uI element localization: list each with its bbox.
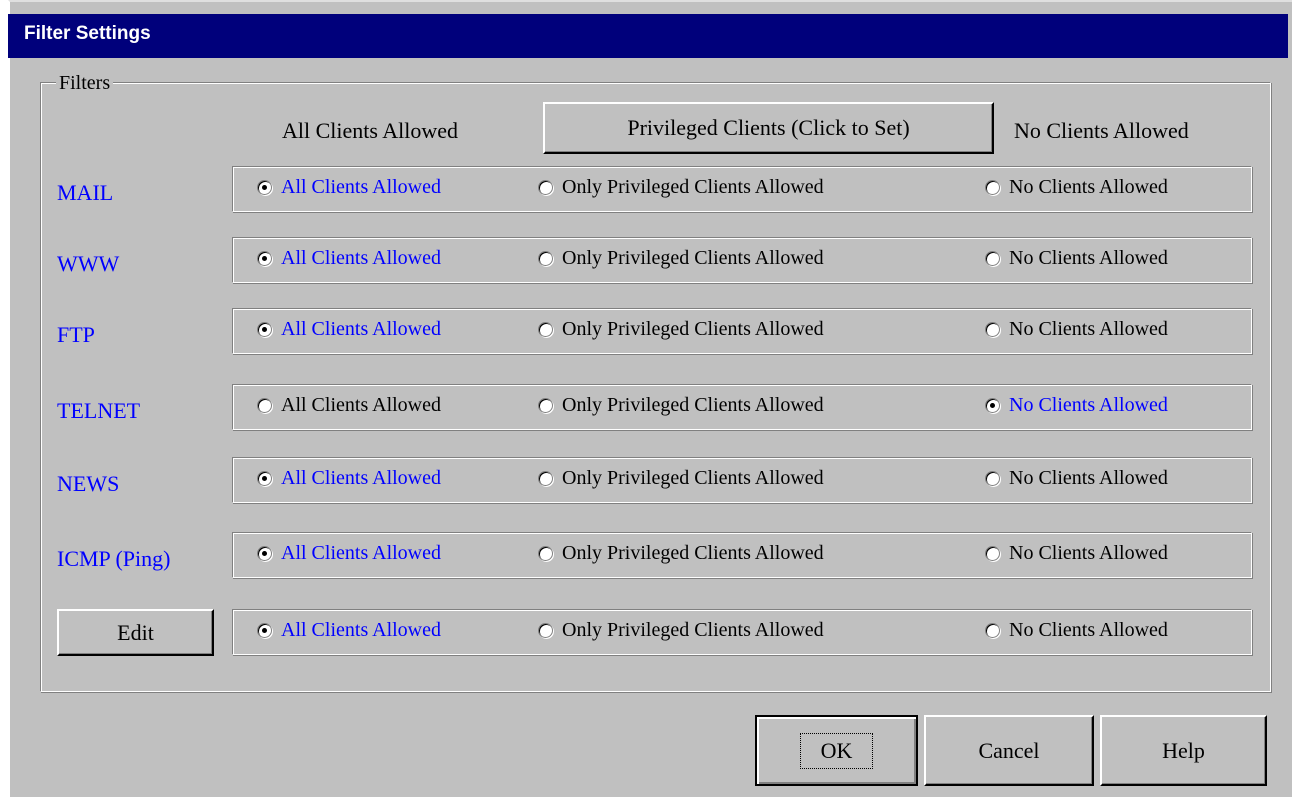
- radio-option-label: No Clients Allowed: [1009, 318, 1168, 340]
- filter-row-options: All Clients Allowed Only Privileged Clien…: [232, 308, 1252, 354]
- radio-unselected-icon[interactable]: [257, 398, 272, 413]
- radio-option-label: All Clients Allowed: [281, 619, 441, 641]
- radio-selected-icon[interactable]: [257, 546, 272, 561]
- radio-option-privileged[interactable]: Only Privileged Clients Allowed: [538, 394, 824, 417]
- filter-row-label: WWW: [57, 251, 120, 276]
- title-bar: Filter Settings: [8, 14, 1288, 58]
- radio-option-label: All Clients Allowed: [281, 542, 441, 564]
- radio-unselected-icon[interactable]: [985, 180, 1000, 195]
- radio-option-label: Only Privileged Clients Allowed: [562, 247, 824, 269]
- radio-unselected-icon[interactable]: [985, 471, 1000, 486]
- radio-option-none[interactable]: No Clients Allowed: [985, 318, 1168, 341]
- column-header-all: All Clients Allowed: [282, 118, 458, 143]
- radio-option-privileged[interactable]: Only Privileged Clients Allowed: [538, 318, 824, 341]
- radio-option-all[interactable]: All Clients Allowed: [257, 176, 441, 199]
- radio-unselected-icon[interactable]: [985, 623, 1000, 638]
- radio-unselected-icon[interactable]: [538, 398, 553, 413]
- radio-unselected-icon[interactable]: [985, 546, 1000, 561]
- radio-option-label: Only Privileged Clients Allowed: [562, 542, 824, 564]
- radio-option-privileged[interactable]: Only Privileged Clients Allowed: [538, 619, 824, 642]
- edit-button-label: Edit: [117, 619, 154, 645]
- window-title: Filter Settings: [24, 23, 151, 44]
- filter-row-label: NEWS: [57, 471, 120, 496]
- help-button[interactable]: Help: [1100, 715, 1267, 786]
- radio-option-label: All Clients Allowed: [281, 176, 441, 198]
- radio-selected-icon[interactable]: [985, 398, 1000, 413]
- filter-row-options: All Clients Allowed Only Privileged Clien…: [232, 384, 1252, 430]
- filter-row-label: TELNET: [57, 398, 141, 423]
- cancel-button[interactable]: Cancel: [924, 715, 1094, 786]
- radio-option-all[interactable]: All Clients Allowed: [257, 247, 441, 270]
- radio-option-label: No Clients Allowed: [1009, 542, 1168, 564]
- privileged-clients-button-label: Privileged Clients (Click to Set): [627, 115, 910, 140]
- radio-option-privileged[interactable]: Only Privileged Clients Allowed: [538, 176, 824, 199]
- radio-option-none[interactable]: No Clients Allowed: [985, 542, 1168, 565]
- radio-unselected-icon[interactable]: [538, 546, 553, 561]
- radio-option-privileged[interactable]: Only Privileged Clients Allowed: [538, 247, 824, 270]
- radio-option-label: No Clients Allowed: [1009, 467, 1168, 489]
- radio-option-none[interactable]: No Clients Allowed: [985, 394, 1168, 417]
- radio-unselected-icon[interactable]: [538, 471, 553, 486]
- help-button-label: Help: [1162, 737, 1205, 763]
- radio-selected-icon[interactable]: [257, 322, 272, 337]
- radio-option-none[interactable]: No Clients Allowed: [985, 619, 1168, 642]
- radio-option-all[interactable]: All Clients Allowed: [257, 394, 441, 417]
- radio-option-none[interactable]: No Clients Allowed: [985, 467, 1168, 490]
- radio-option-none[interactable]: No Clients Allowed: [985, 176, 1168, 199]
- radio-option-label: All Clients Allowed: [281, 247, 441, 269]
- filters-group-legend: Filters: [56, 72, 114, 95]
- filter-row-label: MAIL: [57, 180, 114, 205]
- radio-unselected-icon[interactable]: [538, 623, 553, 638]
- radio-option-label: No Clients Allowed: [1009, 394, 1168, 416]
- cancel-button-label: Cancel: [978, 737, 1040, 763]
- radio-option-all[interactable]: All Clients Allowed: [257, 318, 441, 341]
- radio-option-label: No Clients Allowed: [1009, 176, 1168, 198]
- filter-row-options: All Clients Allowed Only Privileged Clien…: [232, 532, 1252, 578]
- radio-unselected-icon[interactable]: [538, 251, 553, 266]
- radio-selected-icon[interactable]: [257, 623, 272, 638]
- filter-row-options: All Clients Allowed Only Privileged Clien…: [232, 166, 1252, 212]
- radio-option-label: All Clients Allowed: [281, 318, 441, 340]
- radio-option-label: Only Privileged Clients Allowed: [562, 318, 824, 340]
- radio-option-label: Only Privileged Clients Allowed: [562, 467, 824, 489]
- radio-unselected-icon[interactable]: [985, 251, 1000, 266]
- radio-unselected-icon[interactable]: [985, 322, 1000, 337]
- ok-button[interactable]: OK: [755, 715, 918, 786]
- filter-row-label: ICMP (Ping): [57, 546, 171, 571]
- radio-unselected-icon[interactable]: [538, 322, 553, 337]
- radio-option-none[interactable]: No Clients Allowed: [985, 247, 1168, 270]
- ok-button-label: OK: [799, 732, 874, 769]
- radio-option-all[interactable]: All Clients Allowed: [257, 619, 441, 642]
- column-header-none: No Clients Allowed: [1014, 118, 1189, 143]
- radio-unselected-icon[interactable]: [538, 180, 553, 195]
- radio-option-label: No Clients Allowed: [1009, 619, 1168, 641]
- edit-button[interactable]: Edit: [57, 609, 214, 656]
- radio-selected-icon[interactable]: [257, 471, 272, 486]
- radio-option-all[interactable]: All Clients Allowed: [257, 467, 441, 490]
- radio-option-label: All Clients Allowed: [281, 467, 441, 489]
- radio-selected-icon[interactable]: [257, 180, 272, 195]
- radio-option-label: Only Privileged Clients Allowed: [562, 176, 824, 198]
- radio-selected-icon[interactable]: [257, 251, 272, 266]
- radio-option-all[interactable]: All Clients Allowed: [257, 542, 441, 565]
- filter-row-label: FTP: [57, 322, 95, 347]
- filter-row-options: All Clients Allowed Only Privileged Clien…: [232, 609, 1252, 655]
- radio-option-label: All Clients Allowed: [281, 394, 441, 416]
- filter-row-options: All Clients Allowed Only Privileged Clien…: [232, 457, 1252, 503]
- radio-option-privileged[interactable]: Only Privileged Clients Allowed: [538, 542, 824, 565]
- radio-option-label: No Clients Allowed: [1009, 247, 1168, 269]
- radio-option-privileged[interactable]: Only Privileged Clients Allowed: [538, 467, 824, 490]
- privileged-clients-button[interactable]: Privileged Clients (Click to Set): [543, 102, 994, 154]
- radio-option-label: Only Privileged Clients Allowed: [562, 394, 824, 416]
- filter-row-options: All Clients Allowed Only Privileged Clien…: [232, 237, 1252, 283]
- radio-option-label: Only Privileged Clients Allowed: [562, 619, 824, 641]
